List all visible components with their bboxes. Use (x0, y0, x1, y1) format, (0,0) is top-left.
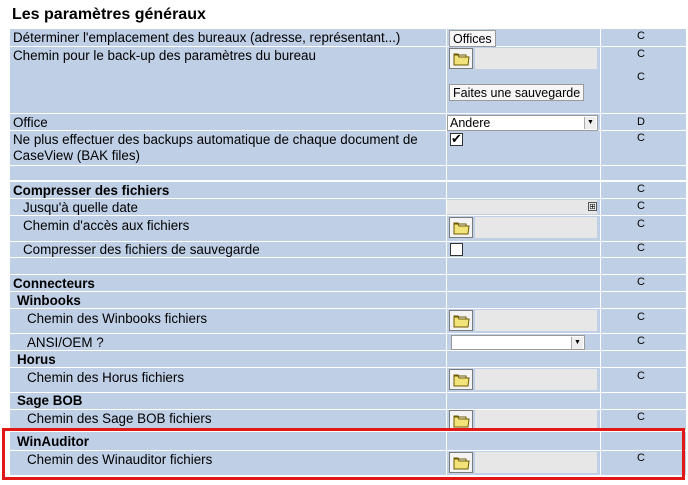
code-label: C (637, 218, 645, 230)
row-label-no-backups-2: CaseView (BAK files) (13, 148, 141, 163)
until-date-field[interactable] (447, 200, 597, 214)
subsection-winbooks: Winbooks (17, 293, 81, 308)
office-select[interactable]: Andere ▼ (447, 115, 598, 131)
browse-folder-button[interactable] (449, 217, 473, 238)
section-compress: Compresser des fichiers (13, 183, 170, 198)
folder-icon (453, 222, 470, 235)
chevron-down-icon[interactable]: ▼ (571, 337, 583, 349)
row-label-ansi-oem: ANSI/OEM ? (27, 335, 104, 350)
table-row (10, 166, 686, 180)
folder-icon (453, 53, 470, 66)
column-divider (446, 29, 447, 475)
folder-icon (453, 415, 470, 428)
table-row (10, 292, 686, 308)
code-label: C (637, 276, 645, 288)
horus-path-field[interactable] (475, 369, 597, 390)
code-label: C (637, 411, 645, 423)
winbooks-path-field[interactable] (475, 310, 597, 331)
code-label: C (637, 335, 645, 347)
checkmark-icon: ✔ (451, 131, 462, 146)
browse-folder-button[interactable] (449, 48, 473, 69)
access-path-field[interactable] (475, 217, 597, 238)
code-label: C (637, 242, 645, 254)
section-connectors: Connecteurs (13, 276, 95, 291)
code-label: D (637, 116, 645, 128)
office-select-value: Andere (450, 116, 491, 130)
table-row (10, 258, 686, 274)
table-row (10, 351, 686, 367)
column-divider (600, 29, 601, 475)
row-label-location: Déterminer l'emplacement des bureaux (ad… (13, 30, 401, 45)
row-label-access-path: Chemin d'accès aux fichiers (23, 218, 190, 233)
row-label-no-backups: Ne plus effectuer des backups automatiqu… (13, 132, 418, 147)
code-label: C (637, 183, 645, 195)
subsection-horus: Horus (17, 352, 56, 367)
row-label-sage-path: Chemin des Sage BOB fichiers (27, 411, 212, 426)
folder-icon (453, 315, 470, 328)
browse-folder-button[interactable] (449, 310, 473, 331)
page-title: Les paramètres généraux (12, 6, 206, 23)
offices-button[interactable]: Offices (449, 30, 496, 47)
table-row (10, 393, 686, 409)
chevron-down-icon[interactable]: ▼ (584, 117, 596, 129)
code-label: C (637, 370, 645, 382)
table-row (10, 275, 686, 291)
no-backups-checkbox[interactable]: ✔ (450, 131, 463, 146)
compress-backups-checkbox[interactable] (450, 243, 463, 256)
code-label: C (637, 48, 645, 60)
row-label-winbooks-path: Chemin des Winbooks fichiers (27, 311, 208, 326)
code-label: C (637, 30, 645, 42)
browse-folder-button[interactable] (449, 369, 473, 390)
row-label-office: Office (13, 115, 48, 130)
row-label-until-date: Jusqu'à quelle date (23, 200, 138, 215)
row-label-horus-path: Chemin des Horus fichiers (27, 370, 185, 385)
calendar-icon[interactable]: ⊞ (588, 202, 597, 211)
backup-now-button[interactable]: Faites une sauvegarde (449, 84, 585, 101)
code-label: C (637, 132, 645, 144)
backup-path-field[interactable] (475, 48, 597, 69)
row-label-backup-path: Chemin pour le back-up des paramètres du… (13, 48, 316, 63)
ansi-oem-select[interactable]: ▼ (451, 335, 585, 350)
highlight-frame (2, 428, 685, 480)
code-label: C (637, 311, 645, 323)
code-label: C (637, 200, 645, 212)
row-label-compress-backups: Compresser des fichiers de sauvegarde (23, 242, 260, 257)
code-label: C (637, 71, 645, 83)
folder-icon (453, 374, 470, 387)
subsection-sage-bob: Sage BOB (17, 393, 83, 408)
